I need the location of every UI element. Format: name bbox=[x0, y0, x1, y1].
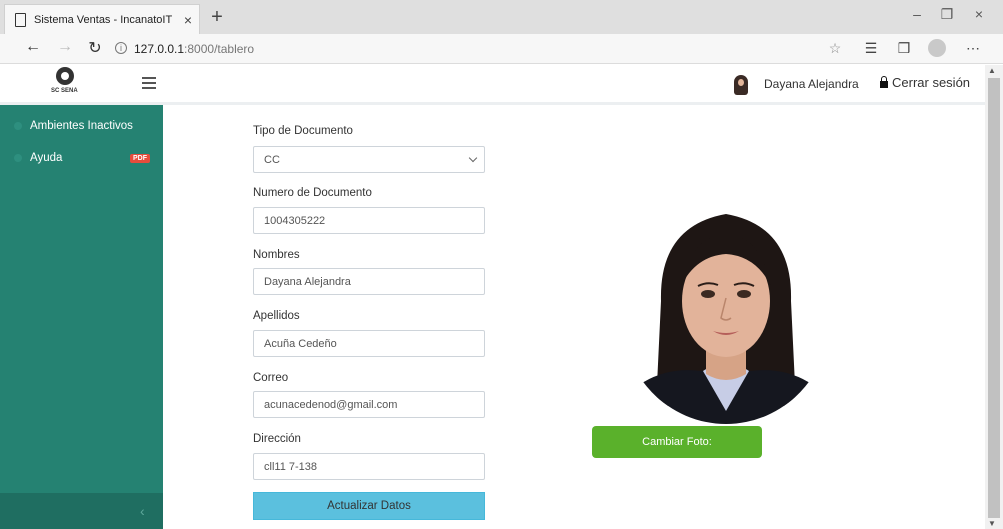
profile-photo bbox=[621, 206, 831, 424]
refresh-icon[interactable]: ↻ bbox=[84, 38, 106, 58]
logout-link[interactable]: Cerrar sesión bbox=[880, 75, 970, 90]
sidebar-footer: ‹ bbox=[0, 493, 163, 529]
scroll-up-icon[interactable]: ▲ bbox=[988, 66, 996, 75]
forward-icon[interactable]: → bbox=[54, 38, 76, 56]
new-tab-button[interactable]: + bbox=[205, 6, 229, 29]
sidebar-item-ayuda[interactable]: Ayuda PDF bbox=[0, 145, 163, 171]
sidebar-item-label: Ambientes Inactivos bbox=[30, 120, 133, 132]
browser-tab-strip: Sistema Ventas - IncanatoIT × + – ❐ × bbox=[0, 0, 1003, 34]
collapse-sidebar-icon[interactable]: ‹ bbox=[140, 503, 145, 519]
favorites-list-icon[interactable]: ☰ bbox=[860, 40, 882, 57]
sena-logo: SC SENA bbox=[51, 65, 78, 101]
address-bar: ← → ↻ i 127.0.0.1:8000/tablero ☆ ☰ ❒ ⋯ bbox=[0, 34, 1003, 64]
nombres-label: Nombres bbox=[253, 249, 300, 261]
pdf-badge: PDF bbox=[130, 153, 150, 163]
tipo-documento-value: CC bbox=[264, 153, 280, 166]
restore-button[interactable]: ❐ bbox=[932, 6, 962, 23]
back-icon[interactable]: ← bbox=[22, 38, 44, 56]
apellidos-label: Apellidos bbox=[253, 310, 300, 322]
numero-documento-label: Numero de Documento bbox=[253, 187, 372, 199]
lock-icon bbox=[880, 76, 888, 88]
direccion-field[interactable]: cll11 7-138 bbox=[253, 453, 485, 480]
circle-icon bbox=[14, 122, 22, 130]
tipo-documento-label: Tipo de Documento bbox=[253, 125, 353, 137]
sidebar-item-label: Ayuda bbox=[30, 152, 63, 164]
collections-icon[interactable]: ❒ bbox=[893, 40, 915, 57]
update-data-button[interactable]: Actualizar Datos bbox=[253, 492, 485, 520]
sidebar-item-ambientes-inactivos[interactable]: Ambientes Inactivos bbox=[0, 113, 163, 139]
sidebar: Ambientes Inactivos Ayuda PDF ‹ bbox=[0, 105, 163, 529]
menu-toggle-icon[interactable] bbox=[142, 77, 156, 89]
page-icon bbox=[15, 12, 26, 27]
tab-close-icon[interactable]: × bbox=[177, 12, 199, 28]
apellidos-field[interactable]: Acuña Cedeño bbox=[253, 330, 485, 357]
logout-label: Cerrar sesión bbox=[892, 75, 971, 90]
minimize-button[interactable]: – bbox=[902, 6, 932, 22]
logo-text: SC SENA bbox=[51, 88, 78, 94]
correo-field[interactable]: acunacedenod@gmail.com bbox=[253, 391, 485, 418]
nombres-field[interactable]: Dayana Alejandra bbox=[253, 268, 485, 295]
favorite-star-icon[interactable]: ☆ bbox=[824, 40, 846, 57]
app-header: SC SENA Dayana Alejandra Cerrar sesión bbox=[0, 65, 985, 105]
close-window-button[interactable]: × bbox=[964, 6, 994, 22]
more-icon[interactable]: ⋯ bbox=[962, 40, 984, 57]
url-host: 127.0.0.1 bbox=[134, 42, 185, 56]
scroll-down-icon[interactable]: ▼ bbox=[988, 519, 996, 528]
logo-mark bbox=[56, 67, 74, 85]
browser-profile-icon[interactable] bbox=[928, 39, 946, 57]
url-field[interactable]: 127.0.0.1:8000/tablero bbox=[134, 42, 254, 56]
direccion-label: Dirección bbox=[253, 433, 301, 445]
scrollbar-thumb[interactable] bbox=[988, 78, 1000, 518]
chevron-down-icon bbox=[468, 153, 478, 163]
url-path: :8000/tablero bbox=[184, 42, 255, 56]
numero-documento-field[interactable]: 1004305222 bbox=[253, 207, 485, 234]
site-info-icon[interactable]: i bbox=[115, 42, 127, 54]
user-name[interactable]: Dayana Alejandra bbox=[764, 77, 859, 91]
browser-tab[interactable]: Sistema Ventas - IncanatoIT × bbox=[4, 4, 200, 34]
tipo-documento-select[interactable]: CC bbox=[253, 146, 485, 173]
user-avatar[interactable] bbox=[734, 75, 748, 95]
change-photo-button[interactable]: Cambiar Foto: bbox=[592, 426, 762, 458]
tab-title: Sistema Ventas - IncanatoIT bbox=[34, 13, 173, 26]
circle-icon bbox=[14, 154, 22, 162]
correo-label: Correo bbox=[253, 372, 289, 384]
